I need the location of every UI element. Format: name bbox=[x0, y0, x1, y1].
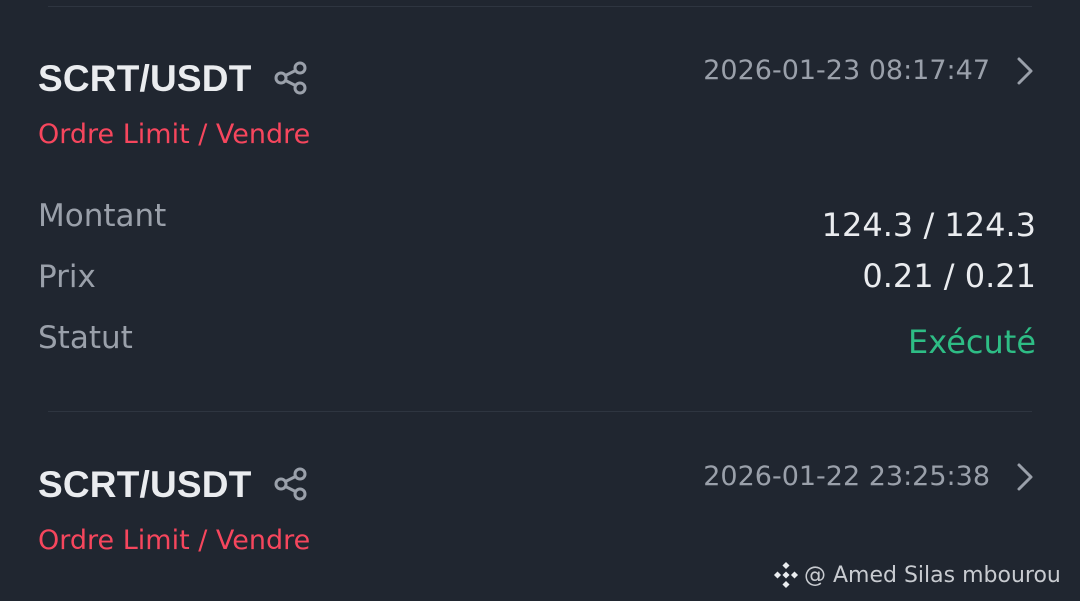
order-card[interactable]: SCRT/USDT 2026-01-23 08:17:47 Ordre Limi… bbox=[0, 0, 1080, 410]
order-type: Ordre Limit / Vendre bbox=[38, 119, 311, 150]
amount-label: Montant bbox=[38, 198, 167, 234]
binance-logo-icon bbox=[773, 561, 799, 589]
price-label: Prix bbox=[38, 259, 96, 295]
order-timestamp: 2026-01-22 23:25:38 bbox=[703, 461, 990, 492]
order-timestamp: 2026-01-23 08:17:47 bbox=[703, 55, 990, 86]
watermark: @ Amed Silas mbourou bbox=[772, 560, 1061, 590]
chevron-right-icon[interactable] bbox=[1013, 56, 1037, 86]
order-pair: SCRT/USDT bbox=[38, 464, 252, 505]
watermark-text: @ Amed Silas mbourou bbox=[804, 562, 1061, 588]
order-type: Ordre Limit / Vendre bbox=[38, 525, 311, 556]
chevron-right-icon[interactable] bbox=[1013, 462, 1037, 492]
status-label: Statut bbox=[38, 320, 133, 356]
status-value: Exécuté bbox=[908, 323, 1036, 361]
amount-value: 124.3 / 124.3 bbox=[821, 206, 1036, 244]
price-value: 0.21 / 0.21 bbox=[862, 257, 1036, 295]
order-pair: SCRT/USDT bbox=[38, 58, 252, 99]
share-icon[interactable] bbox=[272, 465, 310, 503]
share-icon[interactable] bbox=[272, 59, 310, 97]
